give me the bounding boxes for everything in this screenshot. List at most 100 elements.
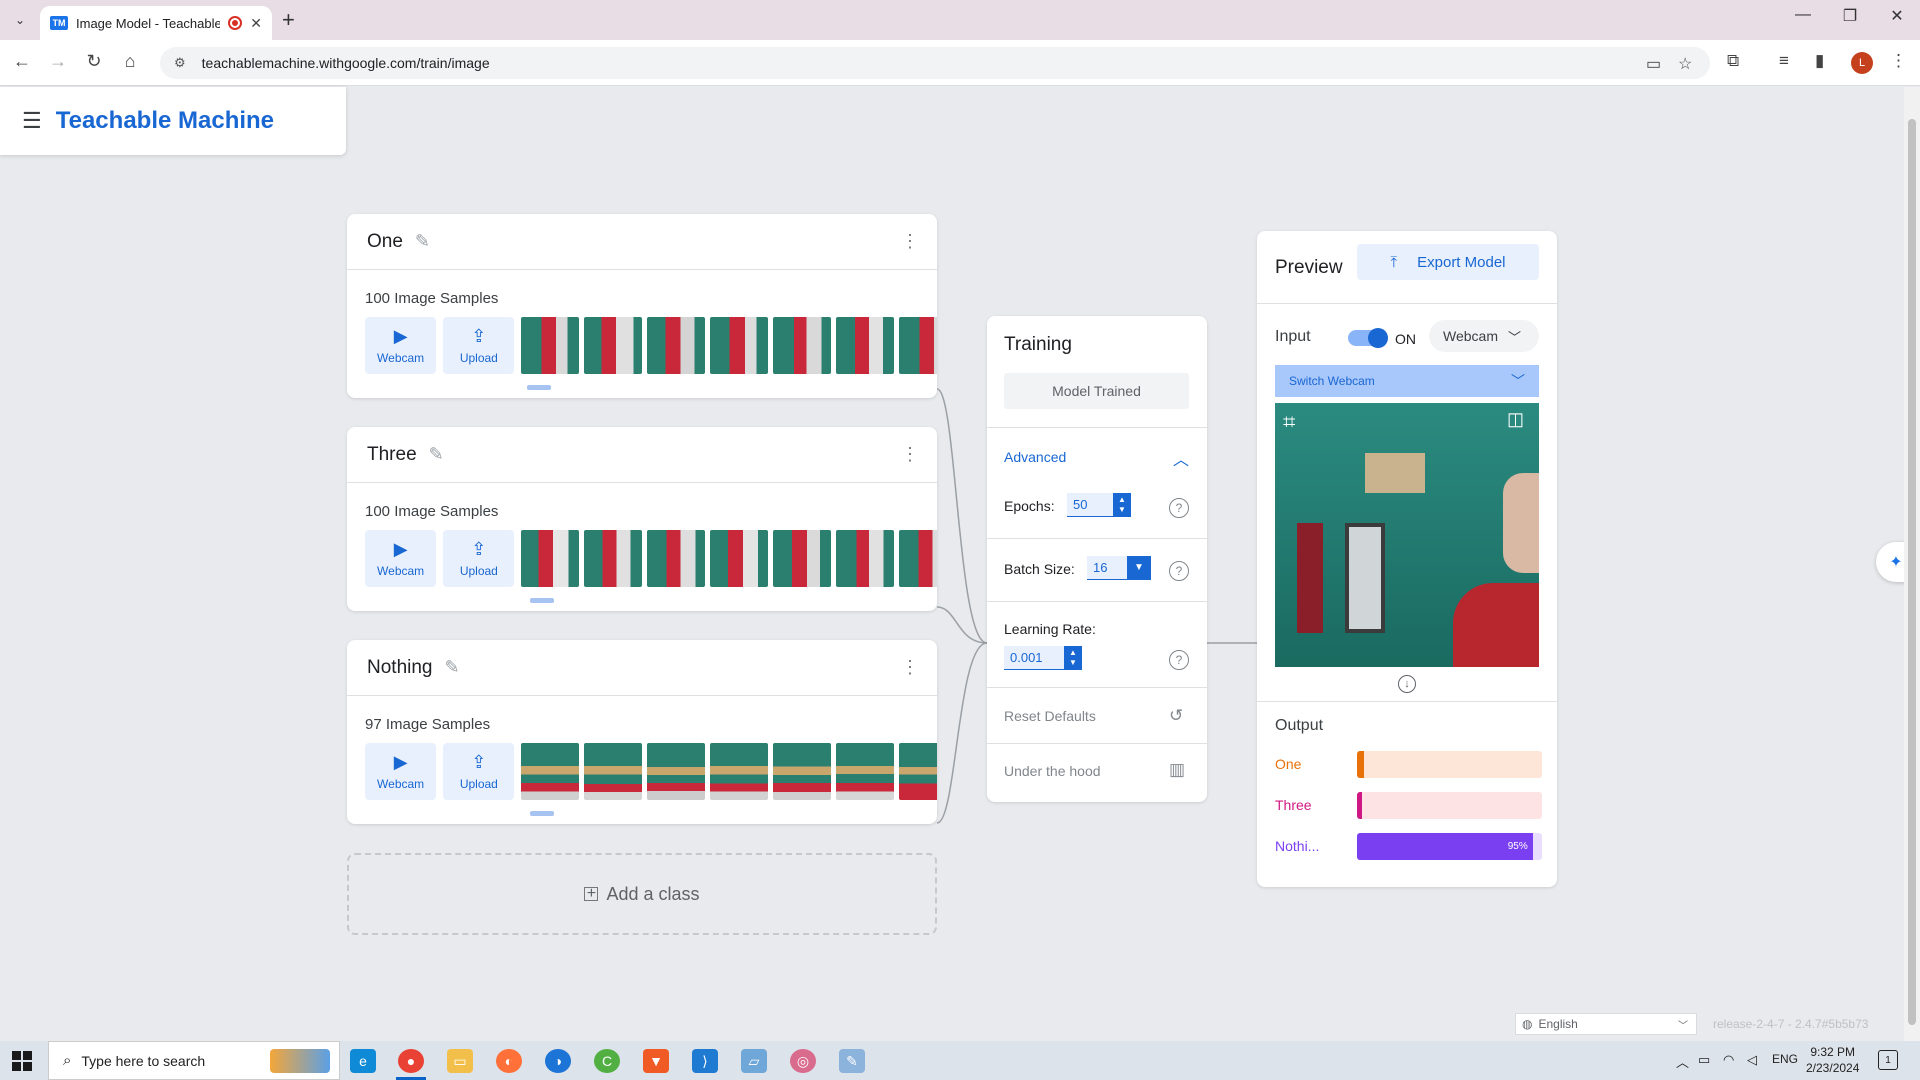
help-icon[interactable]: ?: [1169, 561, 1189, 581]
sample-thumbnail[interactable]: [899, 317, 937, 374]
thumbnail-scrollbar[interactable]: [530, 598, 554, 603]
bar-chart-icon[interactable]: ▥: [1169, 760, 1185, 780]
sample-thumbnail[interactable]: [899, 743, 937, 800]
flip-icon[interactable]: ◫: [1507, 409, 1524, 430]
sample-thumbnails[interactable]: [521, 317, 937, 374]
wifi-icon[interactable]: ◠: [1723, 1052, 1734, 1068]
edit-pencil-icon[interactable]: ✎: [445, 657, 460, 678]
clock[interactable]: 9:32 PM 2/23/2024: [1806, 1044, 1859, 1076]
sample-thumbnail[interactable]: [521, 530, 580, 587]
new-tab-button[interactable]: +: [282, 8, 295, 32]
minimize-icon[interactable]: —: [1780, 6, 1826, 24]
sample-thumbnail[interactable]: [584, 743, 643, 800]
notification-center-icon[interactable]: 1: [1878, 1050, 1898, 1070]
more-options-icon[interactable]: ⋮: [901, 444, 919, 465]
sample-thumbnail[interactable]: [584, 317, 643, 374]
sample-thumbnail[interactable]: [647, 743, 706, 800]
batch-size-select[interactable]: 16: [1087, 556, 1129, 580]
upload-button[interactable]: ⇪ Upload: [443, 530, 515, 587]
sample-thumbnails[interactable]: [521, 743, 937, 800]
app-icon-green[interactable]: C: [594, 1049, 620, 1073]
tray-overflow-icon[interactable]: ︿: [1676, 1052, 1689, 1071]
language-select[interactable]: ◍ English ﹀: [1515, 1013, 1697, 1035]
sample-thumbnail[interactable]: [584, 530, 643, 587]
windows-start-icon[interactable]: [12, 1051, 32, 1071]
webcam-button[interactable]: ▶ Webcam: [365, 530, 437, 587]
page-scrollbar[interactable]: [1904, 87, 1920, 1041]
crop-icon[interactable]: ⌗: [1283, 409, 1295, 435]
add-class-button[interactable]: + Add a class: [347, 853, 937, 935]
learning-rate-stepper[interactable]: ▲ ▼: [1064, 646, 1082, 670]
window-close-icon[interactable]: ✕: [1874, 6, 1920, 26]
battery-icon[interactable]: ▭: [1698, 1052, 1710, 1068]
media-controls-icon[interactable]: ≡: [1779, 51, 1789, 71]
epochs-stepper[interactable]: ▲ ▼: [1113, 493, 1131, 517]
more-options-icon[interactable]: ⋮: [901, 657, 919, 678]
app-title[interactable]: Teachable Machine: [56, 107, 274, 135]
sample-thumbnail[interactable]: [773, 743, 832, 800]
file-explorer-icon[interactable]: ▭: [447, 1049, 473, 1073]
switch-webcam-select[interactable]: Switch Webcam ﹀: [1275, 365, 1539, 397]
input-toggle[interactable]: [1348, 328, 1388, 348]
sample-thumbnail[interactable]: [710, 530, 769, 587]
side-panel-icon[interactable]: ▮: [1815, 51, 1824, 71]
search-highlight-icon[interactable]: [270, 1049, 330, 1073]
train-model-button[interactable]: Model Trained: [1004, 373, 1189, 409]
class-name[interactable]: Three: [367, 444, 417, 466]
camera-indicator-icon[interactable]: ▭: [1646, 54, 1661, 74]
vscode-icon[interactable]: ⟩: [692, 1049, 718, 1073]
learning-rate-input[interactable]: 0.001: [1004, 646, 1066, 670]
class-name[interactable]: Nothing: [367, 657, 433, 679]
batch-size-dropdown-icon[interactable]: ▼: [1127, 556, 1151, 580]
restore-icon[interactable]: ❐: [1827, 6, 1873, 26]
webcam-button[interactable]: ▶ Webcam: [365, 743, 437, 800]
export-model-button[interactable]: ⤒ Export Model: [1357, 244, 1539, 280]
thumbnail-scrollbar[interactable]: [530, 811, 554, 816]
sample-thumbnail[interactable]: [836, 743, 895, 800]
more-options-icon[interactable]: ⋮: [901, 231, 919, 252]
sample-thumbnails[interactable]: [521, 530, 937, 587]
browser-tab[interactable]: TM Image Model - Teachable M ✕: [40, 6, 272, 40]
language-indicator[interactable]: ENG: [1772, 1052, 1798, 1066]
back-icon[interactable]: ←: [10, 51, 34, 72]
edit-pencil-icon[interactable]: ✎: [415, 231, 430, 252]
bookmark-star-icon[interactable]: ☆: [1678, 54, 1692, 74]
history-icon[interactable]: ↺: [1169, 706, 1183, 726]
thunderbird-icon[interactable]: ◑: [545, 1049, 571, 1073]
chrome-icon[interactable]: ●: [398, 1049, 424, 1073]
edge-icon[interactable]: e: [350, 1049, 376, 1073]
sample-thumbnail[interactable]: [836, 317, 895, 374]
chevron-up-icon[interactable]: ︿: [1173, 446, 1189, 470]
thumbnail-scrollbar[interactable]: [527, 385, 551, 390]
paint-brush-icon[interactable]: ✎: [839, 1049, 865, 1073]
sample-thumbnail[interactable]: [710, 317, 769, 374]
sample-thumbnail[interactable]: [521, 317, 580, 374]
help-icon[interactable]: ?: [1169, 650, 1189, 670]
paint-app-icon[interactable]: ◎: [790, 1049, 816, 1073]
sample-thumbnail[interactable]: [647, 317, 706, 374]
sample-thumbnail[interactable]: [773, 317, 832, 374]
sample-thumbnail[interactable]: [773, 530, 832, 587]
close-tab-icon[interactable]: ✕: [250, 15, 262, 32]
profile-avatar[interactable]: L: [1851, 52, 1873, 74]
app-icon-blue[interactable]: ▱: [741, 1049, 767, 1073]
webcam-button[interactable]: ▶ Webcam: [365, 317, 437, 374]
upload-button[interactable]: ⇪ Upload: [443, 743, 515, 800]
scrollbar-thumb[interactable]: [1908, 119, 1916, 1025]
hamburger-menu-icon[interactable]: ☰: [22, 108, 42, 134]
site-info-icon[interactable]: ⚙: [174, 55, 186, 71]
forward-icon[interactable]: →: [46, 51, 70, 72]
under-the-hood-button[interactable]: Under the hood: [1004, 763, 1101, 779]
input-source-select[interactable]: Webcam ﹀: [1429, 320, 1539, 352]
tab-search-chevron-icon[interactable]: ⌄: [8, 8, 32, 32]
class-name[interactable]: One: [367, 231, 403, 253]
volume-icon[interactable]: ◁: [1747, 1052, 1757, 1068]
advanced-toggle[interactable]: Advanced: [1004, 449, 1066, 465]
address-bar[interactable]: ⚙ teachablemachine.withgoogle.com/train/…: [160, 47, 1710, 79]
sample-thumbnail[interactable]: [899, 530, 937, 587]
sample-thumbnail[interactable]: [836, 530, 895, 587]
sample-thumbnail[interactable]: [647, 530, 706, 587]
brave-icon[interactable]: ▼: [643, 1049, 669, 1073]
firefox-icon[interactable]: ◐: [496, 1049, 522, 1073]
sample-thumbnail[interactable]: [710, 743, 769, 800]
